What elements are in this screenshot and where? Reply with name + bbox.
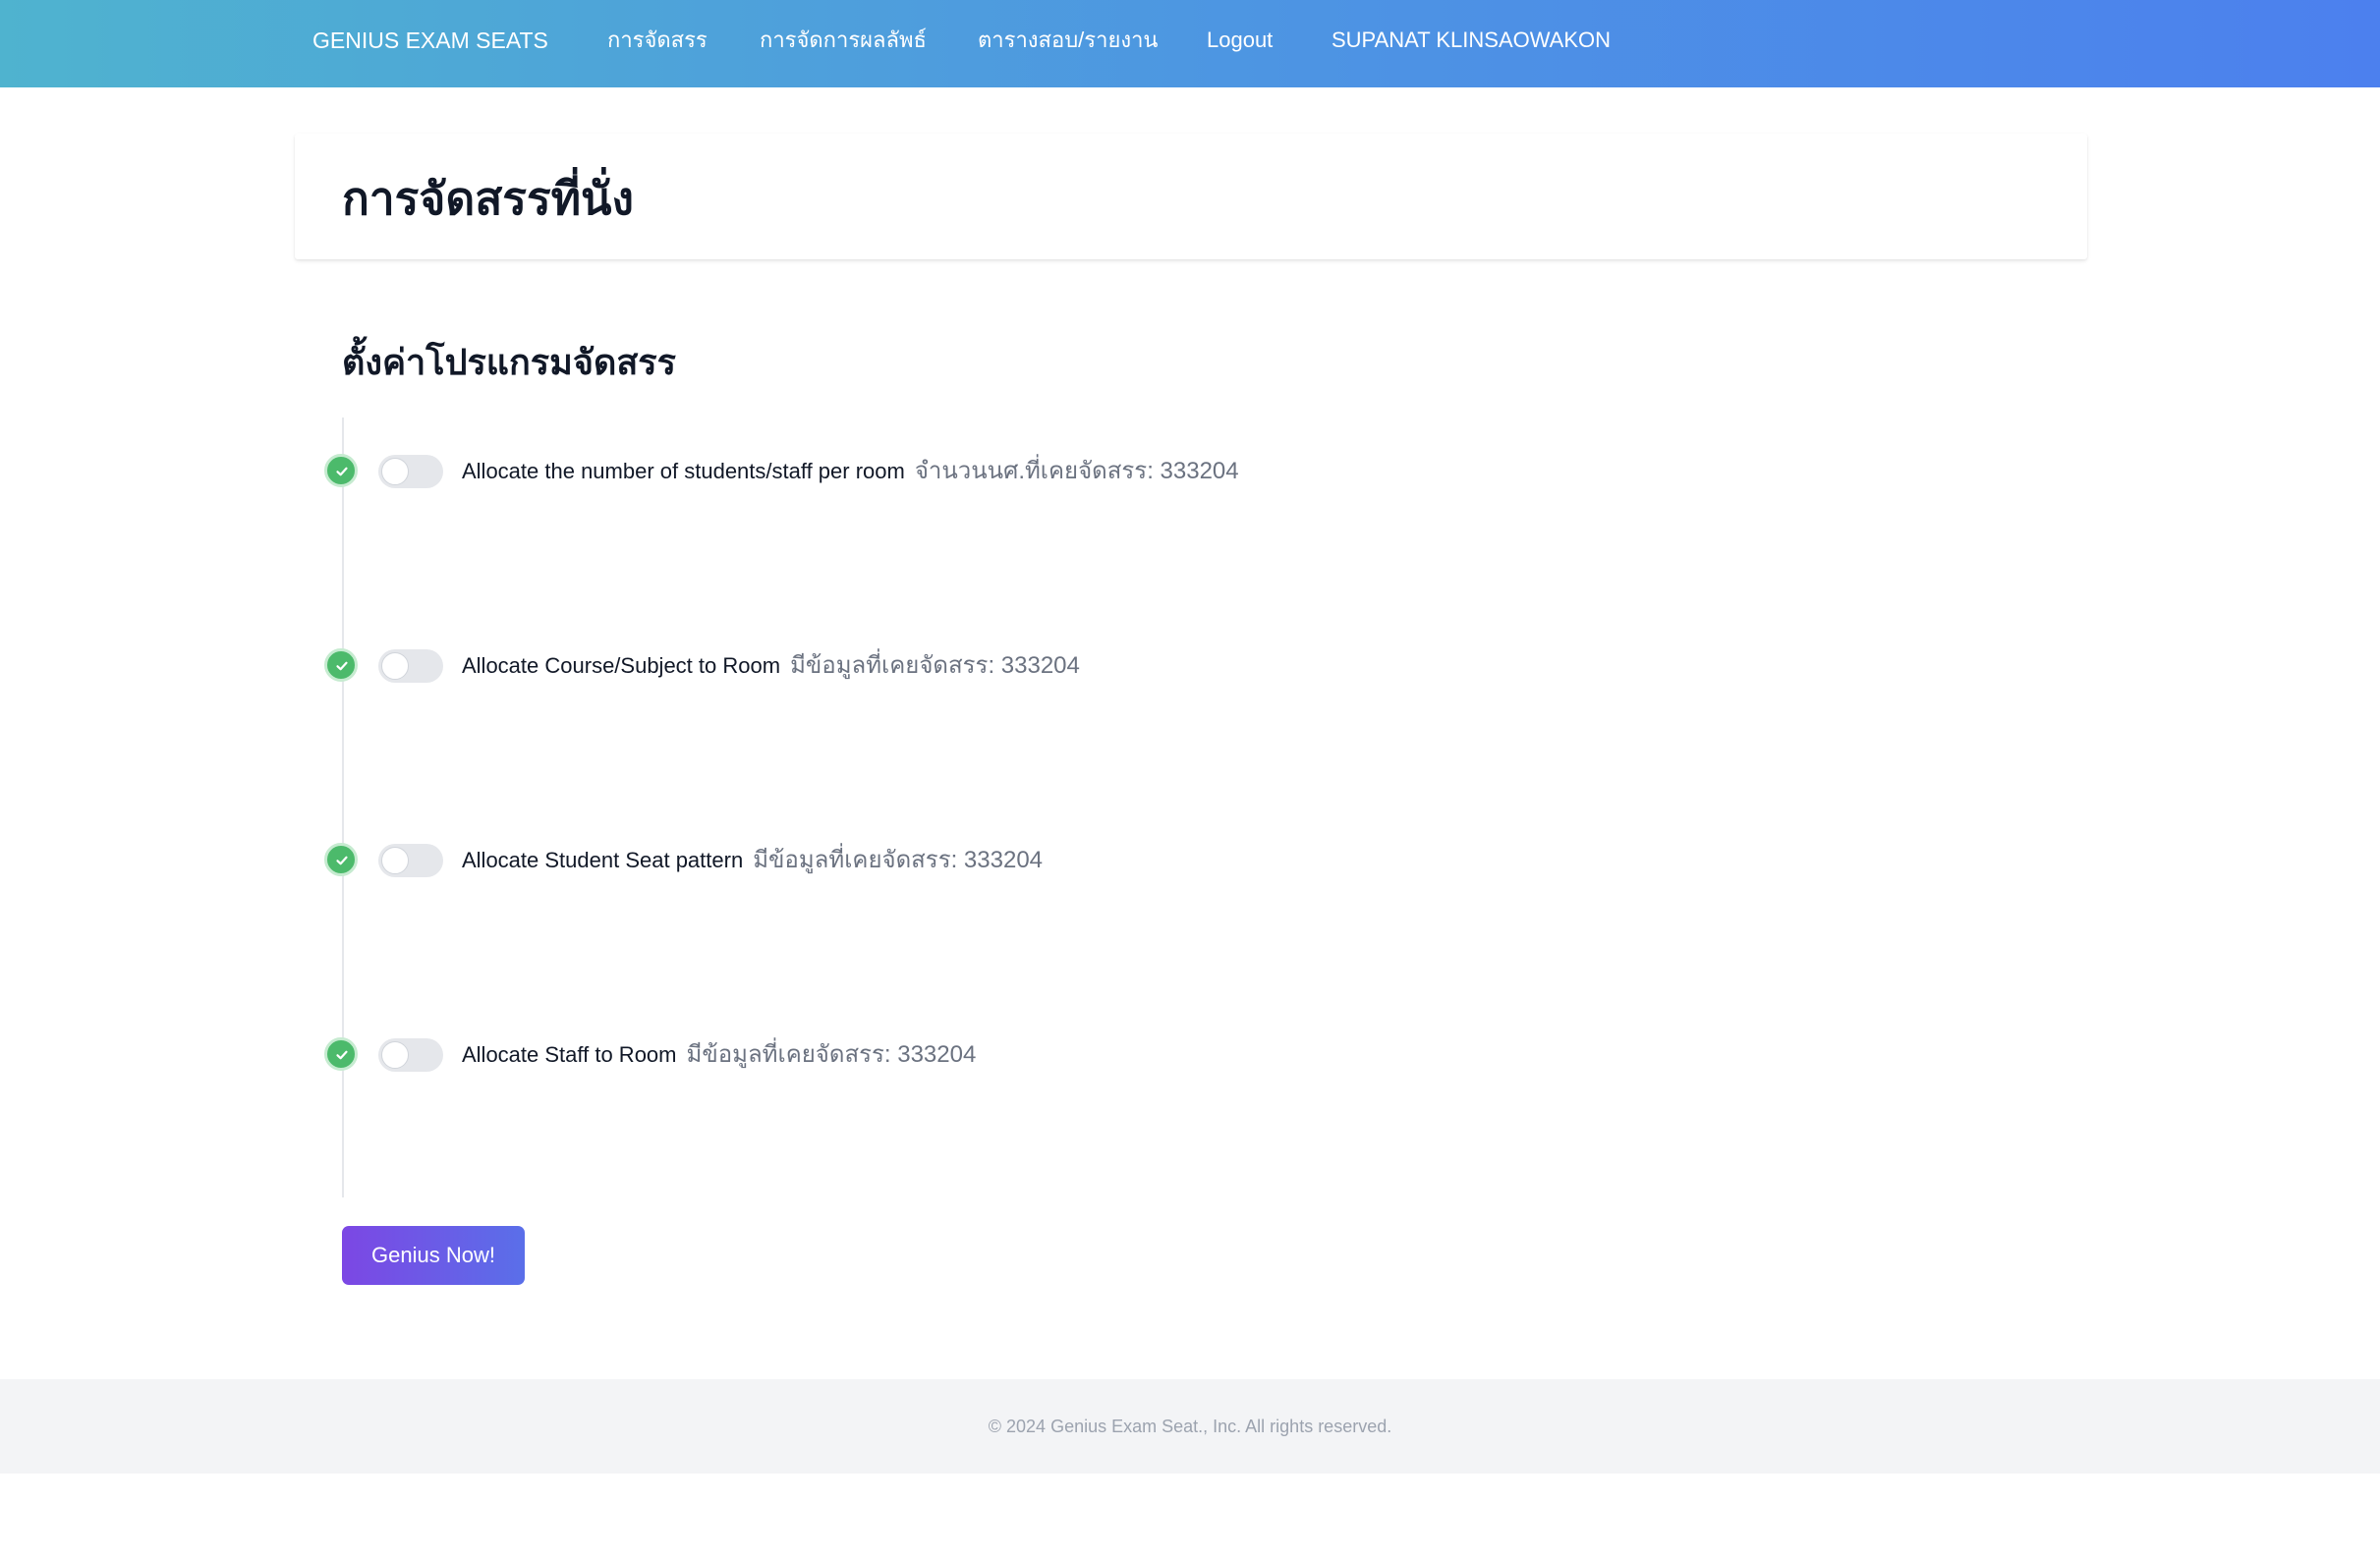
genius-now-button[interactable]: Genius Now! xyxy=(342,1226,525,1285)
page-title: การจัดสรรที่นั่ง xyxy=(342,173,634,224)
step-item: Allocate Student Seat pattern มีข้อมูลที่… xyxy=(324,843,1798,883)
toggle-knob xyxy=(381,1041,409,1069)
toggle-knob xyxy=(381,652,409,680)
step-toggle-switch[interactable] xyxy=(378,455,443,488)
toggle-knob xyxy=(381,458,409,485)
step-info-text: จำนวนนศ.ที่เคยจัดสรร: 333204 xyxy=(914,458,1239,484)
check-circle-icon xyxy=(324,648,358,682)
step-label-text: Allocate Staff to Room xyxy=(462,1042,677,1067)
check-circle-icon xyxy=(324,1037,358,1071)
step-label: Allocate the number of students/staff pe… xyxy=(462,457,1239,486)
footer: © 2024 Genius Exam Seat., Inc. All right… xyxy=(0,1379,2380,1474)
step-label: Allocate Staff to Room มีข้อมูลที่เคยจัดส… xyxy=(462,1040,976,1070)
step-toggle-switch[interactable] xyxy=(378,649,443,683)
page-header-card: การจัดสรรที่นั่ง xyxy=(295,134,2087,259)
nav-item-allocation[interactable]: การจัดสรร xyxy=(607,0,708,81)
step-label: Allocate Course/Subject to Room มีข้อมูลท… xyxy=(462,651,1080,681)
step-label-text: Allocate Course/Subject to Room xyxy=(462,653,781,678)
nav-item-logout[interactable]: Logout xyxy=(1207,0,1273,81)
step-info-text: มีข้อมูลที่เคยจัดสรร: 333204 xyxy=(753,847,1044,873)
brand-link[interactable]: GENIUS EXAM SEATS xyxy=(312,0,548,81)
step-label: Allocate Student Seat pattern มีข้อมูลที่… xyxy=(462,846,1043,875)
timeline-line xyxy=(342,417,344,1197)
section-title: ตั้งค่าโปรแกรมจัดสรร xyxy=(342,342,676,382)
nav-item-exam-schedule-report[interactable]: ตารางสอบ/รายงาน xyxy=(978,0,1158,81)
top-navbar: GENIUS EXAM SEATS การจัดสรร การจัดการผลล… xyxy=(0,0,2380,87)
step-info-text: มีข้อมูลที่เคยจัดสรร: 333204 xyxy=(790,652,1080,679)
footer-copyright: © 2024 Genius Exam Seat., Inc. All right… xyxy=(988,1417,1392,1436)
step-info-text: มีข้อมูลที่เคยจัดสรร: 333204 xyxy=(686,1041,977,1068)
step-item: Allocate Course/Subject to Room มีข้อมูลท… xyxy=(324,648,1798,689)
toggle-knob xyxy=(381,847,409,874)
step-label-text: Allocate Student Seat pattern xyxy=(462,848,744,872)
step-item: Allocate the number of students/staff pe… xyxy=(324,454,1798,494)
step-toggle-switch[interactable] xyxy=(378,1038,443,1072)
step-toggle-switch[interactable] xyxy=(378,844,443,877)
nav-item-user-name[interactable]: SUPANAT KLINSAOWAKON xyxy=(1332,0,1611,81)
check-circle-icon xyxy=(324,454,358,487)
nav-item-result-management[interactable]: การจัดการผลลัพธ์ xyxy=(760,0,927,81)
step-label-text: Allocate the number of students/staff pe… xyxy=(462,459,905,483)
step-item: Allocate Staff to Room มีข้อมูลที่เคยจัดส… xyxy=(324,1037,1798,1078)
check-circle-icon xyxy=(324,843,358,876)
